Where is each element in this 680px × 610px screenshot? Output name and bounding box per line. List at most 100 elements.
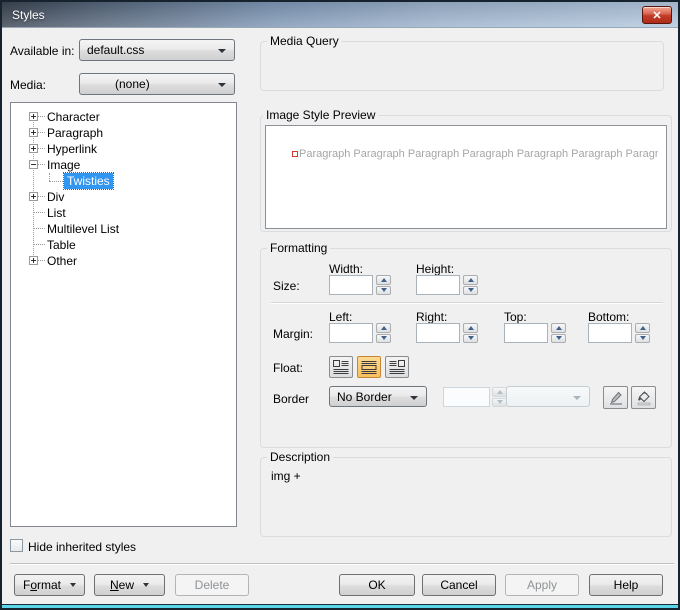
float-left-button[interactable] — [329, 356, 353, 378]
fill-color-button[interactable] — [631, 386, 656, 409]
new-button-label: New — [110, 578, 134, 592]
down-arrow-icon — [468, 288, 474, 292]
float-right-button[interactable] — [385, 356, 409, 378]
margin-right-input[interactable] — [416, 323, 460, 343]
expand-plus-icon[interactable] — [29, 144, 38, 153]
media-query-group-title: Media Query — [267, 34, 342, 48]
tree-item-image[interactable]: Image — [11, 157, 236, 173]
help-button[interactable]: Help — [589, 574, 663, 596]
format-button-label: Format — [23, 578, 61, 592]
expand-minus-icon[interactable] — [29, 160, 38, 169]
margin-bottom-spinner[interactable] — [635, 323, 650, 343]
tree-item-label-selected: Twisties — [64, 173, 113, 189]
dropdown-arrow-icon — [573, 396, 581, 400]
tree-item-multilevel-list[interactable]: Multilevel List — [11, 221, 236, 237]
border-color-select — [506, 386, 590, 407]
preview-group-title: Image Style Preview — [263, 108, 378, 122]
styles-tree[interactable]: Character Paragraph Hyperlink Image Twis… — [10, 102, 237, 527]
format-menu-button[interactable]: Format — [14, 574, 85, 596]
tree-item-character[interactable]: Character — [11, 109, 236, 125]
window-title: Styles — [12, 8, 45, 22]
pen-color-icon — [608, 390, 624, 406]
tree-item-label: Hyperlink — [47, 141, 97, 157]
tree-item-div[interactable]: Div — [11, 189, 236, 205]
spin-up-button[interactable] — [463, 323, 478, 333]
available-in-value: default.css — [80, 43, 144, 57]
spin-up-button[interactable] — [376, 275, 391, 285]
float-none-icon — [361, 360, 377, 374]
media-query-group: Media Query — [260, 41, 664, 91]
height-input[interactable] — [416, 275, 460, 295]
tree-item-label: Multilevel List — [47, 221, 119, 237]
expand-plus-icon[interactable] — [29, 112, 38, 121]
up-arrow-icon — [381, 326, 387, 330]
margin-label: Margin: — [273, 327, 313, 341]
tree-item-list[interactable]: List — [11, 205, 236, 221]
ok-button[interactable]: OK — [339, 574, 415, 596]
up-arrow-icon — [497, 390, 503, 394]
width-spinner[interactable] — [376, 275, 391, 295]
spin-down-button[interactable] — [463, 334, 478, 344]
tree-item-hyperlink[interactable]: Hyperlink — [11, 141, 236, 157]
expand-plus-icon[interactable] — [29, 128, 38, 137]
titlebar[interactable]: Styles ✕ — [2, 2, 678, 28]
down-arrow-icon — [497, 400, 503, 404]
expand-plus-icon[interactable] — [29, 192, 38, 201]
tree-item-label: Other — [47, 253, 77, 269]
dropdown-arrow-icon — [218, 83, 226, 87]
float-label: Float: — [273, 361, 303, 375]
image-placeholder-icon — [292, 151, 298, 157]
margin-left-input[interactable] — [329, 323, 373, 343]
height-spinner[interactable] — [463, 275, 478, 295]
expand-plus-icon[interactable] — [29, 256, 38, 265]
tree-item-twisties[interactable]: Twisties — [11, 173, 236, 189]
delete-button-label: Delete — [195, 578, 230, 592]
border-width-input — [443, 387, 490, 407]
tree-item-other[interactable]: Other — [11, 253, 236, 269]
apply-button-label: Apply — [527, 578, 557, 592]
spin-down-button[interactable] — [635, 334, 650, 344]
media-select[interactable]: (none) — [79, 73, 235, 95]
styles-dialog: Styles ✕ Available in: default.css Media… — [0, 0, 680, 610]
new-menu-button[interactable]: New — [94, 574, 165, 596]
formatting-group: Formatting Size: Width: Height: Margin: … — [260, 248, 672, 448]
description-group-title: Description — [267, 450, 333, 464]
spin-down-button[interactable] — [551, 334, 566, 344]
spin-down-button[interactable] — [463, 286, 478, 296]
footer-divider — [10, 563, 674, 565]
tree-item-label: List — [47, 205, 66, 221]
apply-button: Apply — [505, 574, 579, 596]
tree-item-label: Image — [47, 157, 80, 173]
size-label: Size: — [273, 279, 300, 293]
margin-bottom-input[interactable] — [588, 323, 632, 343]
dropdown-arrow-icon — [410, 396, 418, 400]
border-style-select[interactable]: No Border — [329, 386, 427, 407]
hide-inherited-checkbox[interactable] — [10, 539, 23, 552]
spin-up-button[interactable] — [635, 323, 650, 333]
margin-left-spinner[interactable] — [376, 323, 391, 343]
spin-down-button[interactable] — [376, 334, 391, 344]
delete-button: Delete — [175, 574, 249, 596]
close-button[interactable]: ✕ — [642, 6, 672, 24]
width-input[interactable] — [329, 275, 373, 295]
border-width-spinner — [492, 387, 507, 407]
tree-item-table[interactable]: Table — [11, 237, 236, 253]
margin-right-spinner[interactable] — [463, 323, 478, 343]
spin-up-button[interactable] — [463, 275, 478, 285]
float-none-button[interactable] — [357, 356, 381, 378]
border-style-value: No Border — [330, 390, 392, 404]
tree-item-paragraph[interactable]: Paragraph — [11, 125, 236, 141]
cancel-button[interactable]: Cancel — [422, 574, 496, 596]
border-color-picker-button[interactable] — [603, 386, 628, 409]
up-arrow-icon — [556, 326, 562, 330]
available-in-select[interactable]: default.css — [79, 39, 235, 61]
spin-up-button[interactable] — [376, 323, 391, 333]
spin-up-button[interactable] — [551, 323, 566, 333]
spin-down-button[interactable] — [376, 286, 391, 296]
margin-top-spinner[interactable] — [551, 323, 566, 343]
down-arrow-icon — [381, 288, 387, 292]
image-style-preview-group: Image Style Preview Paragraph Paragraph … — [260, 115, 672, 232]
help-button-label: Help — [614, 578, 639, 592]
margin-top-input[interactable] — [504, 323, 548, 343]
tree-item-label: Table — [47, 237, 76, 253]
